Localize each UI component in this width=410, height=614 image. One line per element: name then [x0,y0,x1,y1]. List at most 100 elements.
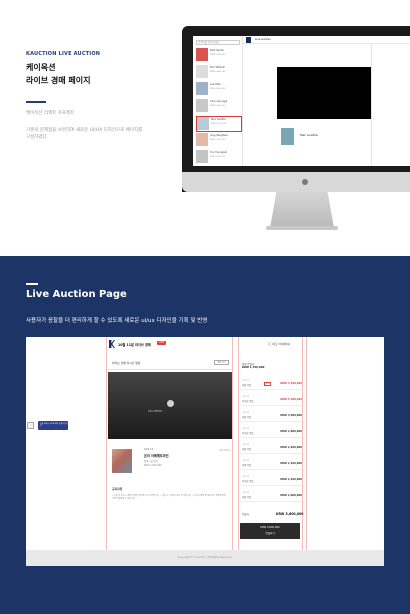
bid-row-label: 현재 호가 [242,380,250,382]
bid-row-amount: KRW 2,400,000 [280,462,302,465]
auction-title: 10월 11일 라이브 경매 [118,343,151,347]
imac-screen: 검색어를 입력하세요 Park Seobo KRW 1,200,000 Kim Wh… [193,36,410,166]
section-description: 사용자가 응찰을 더 편리하게 할 수 있도록 새로운 ui/ux 디자인을 기… [26,318,208,324]
lot-thumbnail [196,99,208,112]
bid-row-label: 응찰 내역 [242,460,250,462]
lot-list-title: Park Seobo [210,49,224,52]
lot-list-title: Kim Whanki [210,66,225,69]
lot-sidebar: 검색어를 입력하세요 Park Seobo KRW 1,200,000 Kim Wh… [193,36,243,166]
kauction-logo[interactable] [109,340,115,348]
live-auction-section: Live Auction Page 사용자가 응찰을 더 편리하게 할 수 있도… [0,256,410,614]
lot-number: LOT 14 [144,448,154,451]
lot-list-price: KRW 3,000,000 [210,88,226,90]
bid-row-label: 응찰 내역 [242,444,250,446]
intro-title-line2: 라이브 경매 페이지 [26,76,91,85]
bid-row-amount: KRW 3,400,000 [280,382,302,385]
bid-row-amount: KRW 3,000,000 [280,414,302,417]
lot-list-item[interactable]: Yoo Youngkuk KRW 2,600,000 [196,150,242,166]
lot-list-item[interactable]: Kim Whanki KRW 2,400,000 [196,65,242,81]
video-bar: 라이브 경매 실시간 영상 영상 보기 [108,355,232,370]
bid-history-row: 응찰 내역 현장 응찰 KRW 2,000,000 [240,489,302,502]
tooltip: 응찰 버튼을 누르면 바로 응찰이 됩니다 [38,421,68,430]
lot-detail-estimate: KRW 2,000,000 [144,463,162,467]
lot-list-title: Jung Sanghwa [210,134,228,137]
lot-artwork-image [281,128,294,145]
bid-header-value: KRW 1,700,000 [242,366,265,369]
lot-title: Mac Anetha [300,133,318,137]
bid-history-row: 응찰 내역현장 응찰 KRW 3,000,000 [240,409,302,422]
lot-artwork-image[interactable] [112,449,132,473]
bid-row-amount: KRW 2,600,000 [280,446,302,449]
apple-logo-icon [302,179,308,185]
bid-row-label: 응찰 내역 [242,428,250,430]
bid-row-label: 응찰 내역 [242,476,250,478]
bid-row-label: 응찰 내역 [242,396,250,398]
lot-list-price: KRW 1,800,000 [210,105,226,107]
live-video[interactable] [277,67,371,119]
bid-history-row: 응찰 내역 온라인 응찰 KRW 2,200,000 [240,473,302,486]
lot-artist: 온리 아메헤트라인 [144,454,169,458]
lot-list-item[interactable]: Mac Anetha KRW 1,700,000 [196,116,242,132]
footer-copyright: Copyright © K Auction. All Rights Reserv… [177,556,233,559]
info-icon[interactable]: i [27,422,34,429]
bid-history-row: 응찰 내역온라인 응찰 KRW 2,800,000 [240,425,302,438]
live-video-player[interactable]: 라이브 경매 영상 [108,372,232,439]
lot-thumbnail [196,150,208,163]
eyebrow-label: KAUCTION LIVE AUCTION [26,51,101,57]
video-bar-text: 라이브 경매 실시간 영상 [112,361,141,365]
lot-thumbnail [196,82,208,95]
notice-text: • 응찰 전 반드시 경매 약관을 확인해 주시기 바랍니다. • 낙찰 시 구… [112,495,226,501]
section-accent-bar [26,283,38,285]
bid-row-type: 현장 응찰 [242,448,252,451]
place-bid-button[interactable]: KRW 3,600,000 응찰하기 [240,523,300,539]
lot-list-title: Yoo Youngkuk [210,151,227,154]
notice-title: 공지사항 [112,487,123,491]
bid-row-label: 응찰 내역 [242,412,250,414]
intro-description-1: 케이옥션 리액트 프로젝트 [26,111,75,116]
bid-row-amount: KRW 3,200,000 [280,398,302,401]
lot-search-input[interactable]: 검색어를 입력하세요 [196,40,240,45]
video-caption: 라이브 경매 영상 [148,411,163,413]
place-bid-label: 응찰하기 [265,532,275,535]
bid-panel [371,44,410,166]
lot-list-item[interactable]: Lee Ufan KRW 3,000,000 [196,82,242,98]
intro-title-line1: 케이옥션 [26,63,56,72]
bid-history-row: 응찰 내역현장 응찰 KRW 2,600,000 [240,441,302,454]
bid-row-amount: KRW 2,200,000 [280,478,302,481]
accent-divider [26,101,46,103]
lot-list-price: KRW 2,600,000 [210,156,226,158]
bid-sum-value: KRW 3,600,000 [276,512,304,516]
bid-row-type: 현장 응찰 [242,416,252,419]
lot-detail-link[interactable]: 작품 상세보기 [219,449,231,452]
lot-list-price: KRW 2,400,000 [210,71,226,73]
bid-history-row: 응찰 내역온라인 응찰 KRW 3,200,000 [240,393,302,406]
lot-detail: 캔버스에 유채 KRW 2,000,000 [144,460,162,467]
view-video-button[interactable]: 영상 보기 [214,360,229,365]
screen-header: Live Auction [243,36,410,44]
play-icon[interactable] [167,400,174,407]
kauction-logo [246,37,251,43]
lot-list-title: Mac Anetha [211,118,226,121]
user-menu[interactable]: 로그아웃 마이페이지 [268,342,290,346]
lot-list-item[interactable]: Chun Kyungja KRW 1,800,000 [196,99,242,115]
lot-list-item[interactable]: Jung Sanghwa KRW 2,100,000 [196,133,242,149]
lot-thumbnail [197,117,209,130]
lot-thumbnail [196,133,208,146]
imac-mockup: 검색어를 입력하세요 Park Seobo KRW 1,200,000 Kim Wh… [182,26,410,192]
intro-section: KAUCTION LIVE AUCTION 케이옥션 라이브 경매 페이지 케이… [0,0,410,256]
lot-list-item[interactable]: Park Seobo KRW 1,200,000 [196,48,242,64]
bid-panel: 현재 응찰가 KRW 1,700,000 현재 호가 현장 응찰 KRW 3,400… [238,355,328,545]
bid-sum-label: 응찰가 [242,513,249,516]
imac-stand-base [266,226,338,230]
bid-row-type: 온라인 응찰 [242,432,254,435]
live-auction-page-mockup: i 응찰 버튼을 누르면 바로 응찰이 됩니다 10월 11일 라이브 경매 L… [26,337,384,566]
bid-row-label: 응찰 내역 [242,492,250,494]
lot-list-title: Lee Ufan [210,83,222,86]
bid-row-amount: KRW 2,800,000 [280,430,302,433]
lot-list-price: KRW 1,700,000 [211,123,227,125]
place-bid-amount: KRW 3,600,000 [260,526,280,529]
page-footer: Copyright © K Auction. All Rights Reserv… [26,550,384,566]
bid-row-type: 온라인 응찰 [242,400,254,403]
layout-guide [106,337,107,550]
section-title: Live Auction Page [26,289,127,300]
